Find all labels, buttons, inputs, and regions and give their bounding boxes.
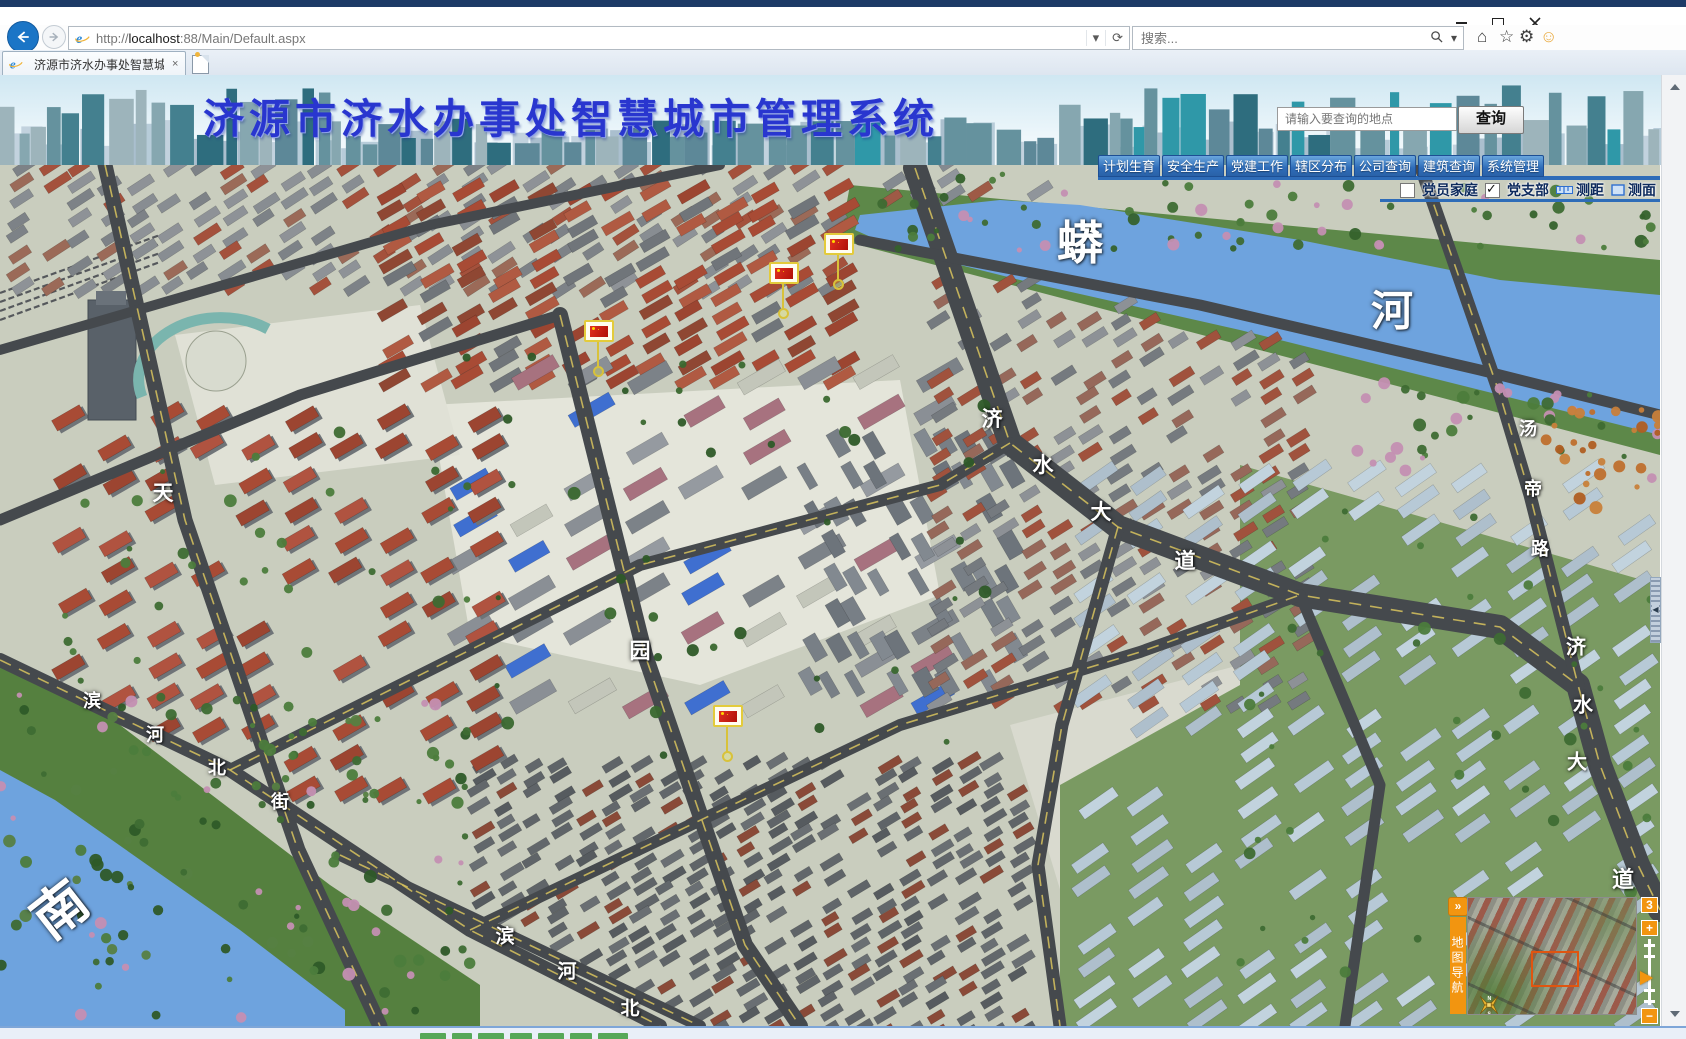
status-text-fragment xyxy=(452,1033,472,1039)
new-tab-button[interactable] xyxy=(192,55,209,74)
party-family-label: 党员家庭 xyxy=(1422,180,1478,200)
nav-building-query[interactable]: 建筑查询 xyxy=(1418,155,1480,177)
tab-bar: e 济源市济水办事处智慧城市... × xyxy=(0,50,1686,76)
party-flag-marker[interactable] xyxy=(769,262,797,319)
nav-work-safety[interactable]: 安全生产 xyxy=(1162,155,1224,177)
ie-favicon-icon: e xyxy=(9,57,23,71)
party-flag-marker[interactable] xyxy=(584,320,612,377)
tab-smart-city[interactable]: e 济源市济水办事处智慧城市... × xyxy=(2,51,186,76)
svg-text:N: N xyxy=(1488,996,1492,1002)
settings-gear-icon[interactable]: ⚙ xyxy=(1519,28,1534,46)
svg-text:S: S xyxy=(1488,1011,1492,1015)
status-text-fragment xyxy=(570,1033,592,1039)
measure-area-button[interactable]: 测面 xyxy=(1611,180,1656,200)
ie-favicon-icon: e xyxy=(75,31,90,46)
polygon-icon xyxy=(1611,184,1625,196)
minimap-zoom-handle[interactable] xyxy=(1640,971,1653,985)
collapse-left-icon: ◀ xyxy=(1652,605,1658,615)
tab-close-icon[interactable]: × xyxy=(172,58,178,70)
nav-district-distribution[interactable]: 辖区分布 xyxy=(1290,155,1352,177)
minimap-collapse-button[interactable]: » xyxy=(1448,897,1468,916)
scroll-up-arrow[interactable] xyxy=(1662,75,1686,99)
status-bar xyxy=(0,1026,1686,1039)
query-button[interactable]: 查询 xyxy=(1458,106,1524,134)
url-dropdown-icon[interactable]: ▾ xyxy=(1086,30,1106,46)
flag-icon xyxy=(824,233,854,255)
forward-arrow-icon xyxy=(47,30,61,44)
favorites-star-icon[interactable]: ☆ xyxy=(1499,28,1514,46)
nav-company-query[interactable]: 公司查询 xyxy=(1354,155,1416,177)
banner: 济源市济水办事处智慧城市管理系统 查询 xyxy=(0,75,1686,165)
city-3d-map[interactable] xyxy=(0,165,1660,1026)
side-panel-splitter[interactable]: ◀ xyxy=(1650,577,1661,643)
zoom-tick xyxy=(1644,989,1655,992)
refresh-icon[interactable]: ⟳ xyxy=(1105,30,1129,46)
minimap-zoom-out-button[interactable]: − xyxy=(1641,1008,1658,1024)
party-flag-marker[interactable] xyxy=(824,233,852,290)
window-titlebar xyxy=(0,7,1686,25)
map-canvas xyxy=(0,165,1660,1026)
minimap-zoom-level[interactable]: 3 xyxy=(1641,897,1658,913)
zoom-tick xyxy=(1644,1000,1655,1003)
flag-icon xyxy=(769,262,799,284)
minimap-viewport-rect[interactable] xyxy=(1531,951,1579,987)
tab-title: 济源市济水办事处智慧城市... xyxy=(34,56,164,73)
svg-text:e: e xyxy=(76,31,82,46)
status-text-fragment xyxy=(478,1033,504,1039)
party-branch-checkbox[interactable] xyxy=(1485,183,1500,198)
minimap-title[interactable]: 地图导航 xyxy=(1450,917,1466,1014)
forward-button[interactable] xyxy=(42,25,66,49)
nav-party-building[interactable]: 党建工作 xyxy=(1226,155,1288,177)
address-bar: e http://localhost:88/Main/Default.aspx … xyxy=(0,25,1686,50)
svg-text:e: e xyxy=(10,57,16,71)
main-nav: 计划生育 安全生产 党建工作 辖区分布 公司查询 建筑查询 系统管理 xyxy=(1098,155,1544,177)
status-text-fragment xyxy=(420,1033,446,1039)
zoom-tick xyxy=(1644,944,1655,947)
search-input[interactable] xyxy=(1139,28,1403,48)
place-search-box xyxy=(1277,107,1457,131)
nav-system-management[interactable]: 系统管理 xyxy=(1482,155,1544,177)
minimap-panel: » 地图导航 N S 3 + − xyxy=(1448,897,1660,1026)
page-title: 济源市济水办事处智慧城市管理系统 xyxy=(203,85,939,145)
party-branch-label: 党支部 xyxy=(1507,180,1549,200)
place-search-input[interactable] xyxy=(1283,109,1455,129)
party-family-checkbox[interactable] xyxy=(1400,183,1415,198)
window-top-border xyxy=(0,0,1686,7)
back-arrow-icon xyxy=(14,28,32,46)
vertical-scrollbar[interactable] xyxy=(1661,75,1686,1026)
search-dropdown-icon[interactable]: ▾ xyxy=(1447,31,1461,45)
url-field[interactable]: e http://localhost:88/Main/Default.aspx … xyxy=(68,26,1130,50)
flag-icon xyxy=(713,705,743,727)
status-text-fragment xyxy=(598,1033,628,1039)
ruler-icon xyxy=(1556,184,1573,196)
url-text: http://localhost:88/Main/Default.aspx xyxy=(96,31,306,46)
map-tool-row: 党员家庭 党支部 测距 测面 xyxy=(1400,181,1656,199)
browser-window: e http://localhost:88/Main/Default.aspx … xyxy=(0,0,1686,1039)
search-box: ▾ xyxy=(1132,26,1464,50)
compass-icon[interactable]: N S xyxy=(1471,994,1507,1015)
feedback-smiley-icon[interactable]: ☺ xyxy=(1540,28,1557,46)
home-icon[interactable]: ⌂ xyxy=(1477,28,1487,46)
search-icon[interactable] xyxy=(1426,30,1447,46)
scroll-down-arrow[interactable] xyxy=(1662,1002,1686,1026)
flag-icon xyxy=(584,320,614,342)
status-text-fragment xyxy=(538,1033,564,1039)
back-button[interactable] xyxy=(7,21,39,53)
party-flag-marker[interactable] xyxy=(713,705,741,762)
measure-distance-button[interactable]: 测距 xyxy=(1556,180,1604,200)
nav-family-planning[interactable]: 计划生育 xyxy=(1098,155,1160,177)
minimap-image[interactable]: N S xyxy=(1467,897,1637,1015)
status-text-fragment xyxy=(510,1033,532,1039)
minimap-zoom-in-button[interactable]: + xyxy=(1641,920,1658,936)
zoom-tick xyxy=(1644,955,1655,958)
